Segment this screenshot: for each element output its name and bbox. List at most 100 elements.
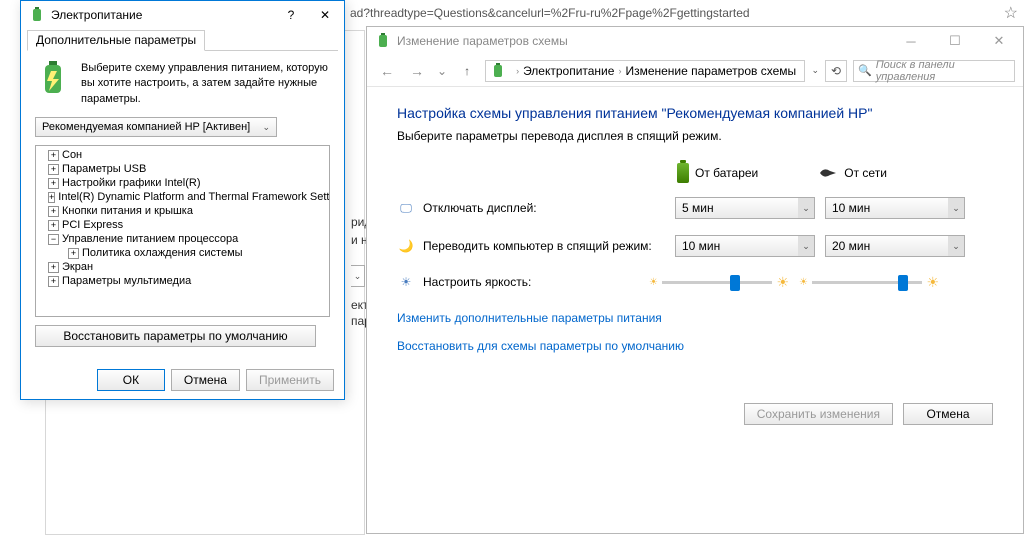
dialog-title: Электропитание <box>51 8 274 22</box>
bookmark-star-icon[interactable]: ☆ <box>1004 3 1018 23</box>
tree-item[interactable]: +Параметры USB <box>44 162 329 176</box>
collapse-icon[interactable]: − <box>48 234 59 245</box>
select-display-battery[interactable]: 5 мин⌄ <box>675 197 815 219</box>
power-icon <box>375 33 391 49</box>
row-display-off: 🖵 Отключать дисплей: 5 мин⌄ 10 мин⌄ <box>397 197 993 219</box>
search-placeholder: Поиск в панели управления <box>876 59 1010 83</box>
expand-icon[interactable]: + <box>48 192 55 203</box>
search-icon: 🔍 <box>858 64 872 77</box>
tree-item-label: Экран <box>62 261 93 273</box>
apply-button[interactable]: Применить <box>246 369 334 391</box>
tree-item-label: PCI Express <box>62 219 123 231</box>
tree-item[interactable]: +PCI Express <box>44 218 329 232</box>
dialog-close-button[interactable]: ✕ <box>308 3 342 27</box>
expand-icon[interactable]: + <box>48 262 59 273</box>
scheme-select[interactable]: Рекомендуемая компанией HP [Активен] ⌄ <box>35 117 277 137</box>
expand-icon[interactable]: + <box>48 178 59 189</box>
tree-item[interactable]: +Политика охлаждения системы <box>64 246 329 260</box>
power-icon <box>29 7 45 23</box>
label-brightness: Настроить яркость: <box>423 275 531 289</box>
link-restore-defaults[interactable]: Восстановить для схемы параметры по умол… <box>397 339 993 353</box>
sun-large-icon: ☀ <box>926 274 939 291</box>
expand-icon[interactable]: + <box>48 276 59 287</box>
restore-defaults-button[interactable]: Восстановить параметры по умолчанию <box>35 325 316 347</box>
dialog-titlebar: Электропитание ? ✕ <box>21 1 344 29</box>
content-area: Настройка схемы управления питанием "Рек… <box>367 87 1023 385</box>
link-advanced-settings[interactable]: Изменить дополнительные параметры питани… <box>397 311 993 325</box>
col-ac-label: От сети <box>844 166 887 180</box>
nav-back-button[interactable]: ← <box>375 59 399 83</box>
expand-icon[interactable]: + <box>48 206 59 217</box>
tree-item-label: Параметры USB <box>62 163 146 175</box>
footer-buttons: Сохранить изменения Отмена <box>744 403 993 425</box>
dialog-help-button[interactable]: ? <box>274 3 308 27</box>
tree-item-label: Кнопки питания и крышка <box>62 205 193 217</box>
breadcrumb[interactable]: › Электропитание › Изменение параметров … <box>485 60 805 82</box>
browser-url-fragment: ad?threadtype=Questions&cancelurl=%2Fru-… <box>350 6 950 20</box>
expand-icon[interactable]: + <box>68 248 79 259</box>
tree-item-label: Политика охлаждения системы <box>82 247 243 259</box>
control-panel-window: Изменение параметров схемы ─ ☐ ✕ ← → ⌄ ↑… <box>366 26 1024 534</box>
nav-forward-button[interactable]: → <box>405 59 429 83</box>
page-heading: Настройка схемы управления питанием "Рек… <box>397 105 993 121</box>
maximize-button[interactable]: ☐ <box>933 27 977 55</box>
columns-header: От батареи От сети <box>677 163 993 183</box>
slider-brightness-battery[interactable]: ☀ ☀ <box>649 274 789 291</box>
scheme-select-value: Рекомендуемая компанией HP [Активен] <box>42 121 250 133</box>
sun-large-icon: ☀ <box>776 274 789 291</box>
window-titlebar: Изменение параметров схемы ─ ☐ ✕ <box>367 27 1023 55</box>
power-options-dialog: Электропитание ? ✕ Дополнительные параме… <box>20 0 345 400</box>
save-button[interactable]: Сохранить изменения <box>744 403 893 425</box>
close-button[interactable]: ✕ <box>977 27 1021 55</box>
breadcrumb-dropdown[interactable]: ⌄ <box>811 65 819 76</box>
select-sleep-battery[interactable]: 10 мин⌄ <box>675 235 815 257</box>
label-display-off: Отключать дисплей: <box>423 201 675 215</box>
select-sleep-ac[interactable]: 20 мин⌄ <box>825 235 965 257</box>
tree-item[interactable]: −Управление питанием процессора <box>44 232 329 246</box>
ok-button[interactable]: ОК <box>97 369 165 391</box>
tree-item[interactable]: +Сон <box>44 148 329 162</box>
expand-icon[interactable]: + <box>48 220 59 231</box>
row-brightness: ☀ Настроить яркость: ☀ ☀ ☀ ☀ <box>397 273 993 291</box>
tree-item-label: Управление питанием процессора <box>62 233 238 245</box>
monitor-icon: 🖵 <box>397 199 415 217</box>
dialog-body: Выберите схему управления питанием, кото… <box>21 51 344 357</box>
sun-icon: ☀ <box>397 273 415 291</box>
dialog-tabstrip: Дополнительные параметры <box>27 29 338 51</box>
tree-item-label: Параметры мультимедиа <box>62 275 191 287</box>
expand-icon[interactable]: + <box>48 164 59 175</box>
minimize-button[interactable]: ─ <box>889 27 933 55</box>
cancel-button[interactable]: Отмена <box>903 403 993 425</box>
refresh-button[interactable]: ⟲ <box>825 60 847 82</box>
tree-item[interactable]: +Настройки графики Intel(R) <box>44 176 329 190</box>
links-block: Изменить дополнительные параметры питани… <box>397 311 993 353</box>
tree-item[interactable]: +Intel(R) Dynamic Platform and Thermal F… <box>44 190 329 204</box>
moon-icon: 🌙 <box>397 237 415 255</box>
tab-advanced[interactable]: Дополнительные параметры <box>27 30 205 51</box>
breadcrumb-1[interactable]: Электропитание <box>523 64 614 78</box>
plug-icon <box>818 167 838 179</box>
dialog-cancel-button[interactable]: Отмена <box>171 369 240 391</box>
bg-dropdown-arrow: ⌄ <box>351 265 365 287</box>
tree-item-label: Настройки графики Intel(R) <box>62 177 201 189</box>
breadcrumb-power-icon <box>490 63 506 79</box>
sun-small-icon: ☀ <box>649 277 658 288</box>
nav-up-button[interactable]: ↑ <box>455 59 479 83</box>
nav-history-dropdown[interactable]: ⌄ <box>437 64 447 78</box>
intro-power-icon <box>35 61 71 97</box>
page-subtitle: Выберите параметры перевода дисплея в сп… <box>397 129 993 143</box>
settings-tree[interactable]: +Сон+Параметры USB+Настройки графики Int… <box>35 145 330 317</box>
search-input[interactable]: 🔍 Поиск в панели управления <box>853 60 1015 82</box>
select-display-ac[interactable]: 10 мин⌄ <box>825 197 965 219</box>
window-title: Изменение параметров схемы <box>397 34 889 48</box>
tree-item[interactable]: +Параметры мультимедиа <box>44 274 329 288</box>
col-ac: От сети <box>818 166 887 180</box>
slider-brightness-ac[interactable]: ☀ ☀ <box>799 274 939 291</box>
tree-item[interactable]: +Кнопки питания и крышка <box>44 204 329 218</box>
tree-item[interactable]: +Экран <box>44 260 329 274</box>
breadcrumb-2[interactable]: Изменение параметров схемы <box>625 64 796 78</box>
sun-small-icon: ☀ <box>799 277 808 288</box>
dialog-footer: ОК Отмена Применить <box>97 369 334 391</box>
row-sleep: 🌙 Переводить компьютер в спящий режим: 1… <box>397 235 993 257</box>
expand-icon[interactable]: + <box>48 150 59 161</box>
